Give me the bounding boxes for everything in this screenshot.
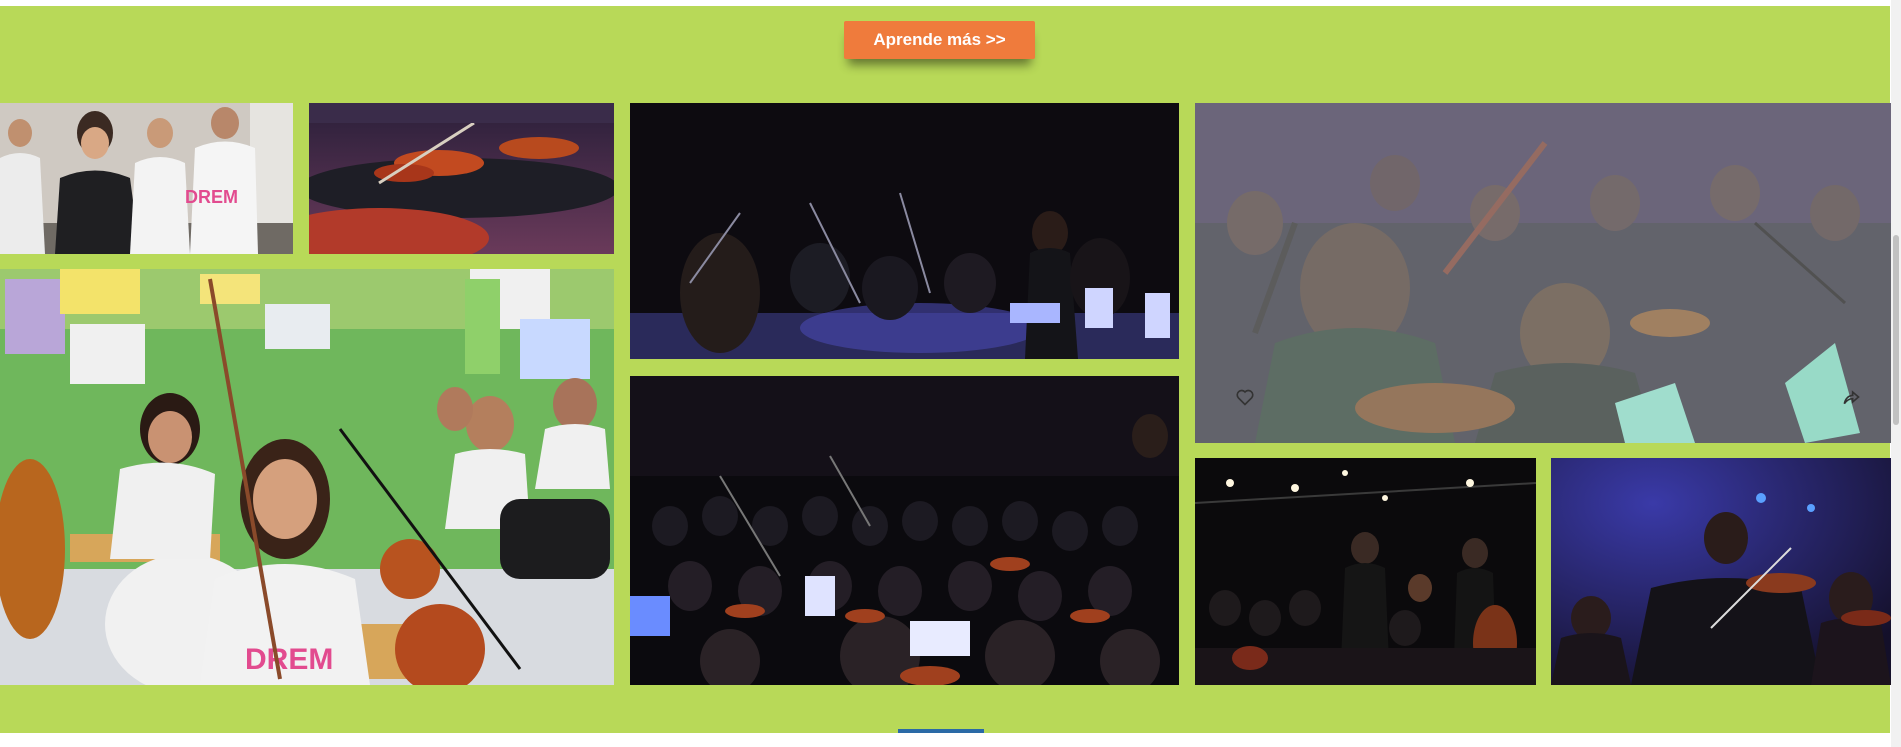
learn-more-button[interactable]: Aprende más >>: [844, 21, 1035, 59]
photo-violins-on-chairs[interactable]: [309, 103, 614, 254]
photo-conductor-stage[interactable]: [630, 103, 1179, 359]
photo-orchestra-bowing[interactable]: [1195, 458, 1536, 685]
photo-orchestra-closeup[interactable]: [1195, 103, 1891, 443]
photo-classroom-violin-girl[interactable]: DREM: [0, 269, 614, 685]
heart-icon[interactable]: [1235, 387, 1255, 407]
svg-text:DREM: DREM: [185, 187, 238, 207]
scrollbar-thumb[interactable]: [1893, 235, 1899, 425]
photo-violinist-purple[interactable]: [1551, 458, 1891, 685]
hover-overlay: [1195, 103, 1891, 443]
slide-indicator[interactable]: [898, 729, 984, 733]
share-icon[interactable]: [1841, 387, 1861, 407]
photo-teacher-students[interactable]: DREM: [0, 103, 293, 254]
photo-full-orchestra[interactable]: [630, 376, 1179, 685]
svg-text:DREM: DREM: [245, 643, 333, 676]
